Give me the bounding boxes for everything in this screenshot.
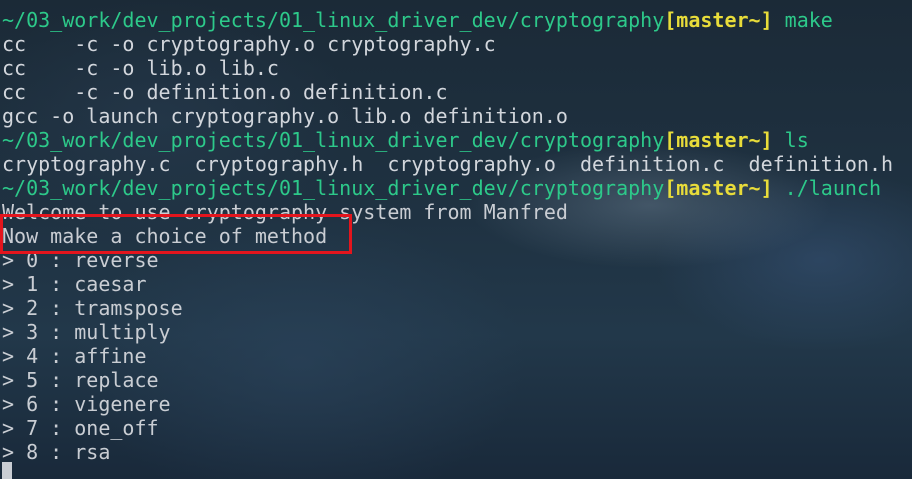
make-output-line: cc -c -o definition.o definition.c: [2, 80, 448, 104]
method-option: > 1 : caesar: [2, 272, 147, 296]
command-make: make: [772, 8, 833, 32]
command-launch: ./launch: [772, 176, 882, 200]
method-option: > 6 : vigenere: [2, 392, 171, 416]
method-option: > 5 : replace: [2, 368, 159, 392]
prompt-path: ~/03_work/dev_projects/01_linux_driver_d…: [2, 176, 665, 200]
method-option: > 7 : one_off: [2, 416, 159, 440]
make-output-line: gcc -o launch cryptography.o lib.o defin…: [2, 104, 568, 128]
prompt-branch: [master~]: [664, 176, 773, 200]
method-option: > 3 : multiply: [2, 320, 171, 344]
make-output-line: cc -c -o lib.o lib.c: [2, 56, 279, 80]
prompt-line-launch: ~/03_work/dev_projects/01_linux_driver_d…: [2, 176, 910, 200]
welcome-message: Welcome to use cryptography system from …: [2, 200, 568, 224]
choice-prompt: Now make a choice of method: [2, 224, 328, 248]
prompt-path: ~/03_work/dev_projects/01_linux_driver_d…: [2, 128, 665, 152]
method-option: > 0 : reverse: [2, 248, 159, 272]
method-option: > 4 : affine: [2, 344, 147, 368]
prompt-path: ~/03_work/dev_projects/01_linux_driver_d…: [2, 8, 665, 32]
prompt-line-ls: ~/03_work/dev_projects/01_linux_driver_d…: [2, 128, 910, 152]
method-option: > 8 : rsa: [2, 440, 111, 464]
terminal-output: ~/03_work/dev_projects/01_linux_driver_d…: [2, 8, 910, 464]
terminal-cursor[interactable]: [2, 462, 12, 479]
command-ls: ls: [772, 128, 809, 152]
prompt-branch: [master~]: [664, 8, 773, 32]
prompt-branch: [master~]: [664, 128, 773, 152]
ls-output-line: cryptography.c cryptography.h cryptograp…: [2, 152, 894, 176]
method-option: > 2 : tramspose: [2, 296, 183, 320]
make-output-line: cc -c -o cryptography.o cryptography.c: [2, 32, 496, 56]
prompt-line-make: ~/03_work/dev_projects/01_linux_driver_d…: [2, 8, 910, 32]
